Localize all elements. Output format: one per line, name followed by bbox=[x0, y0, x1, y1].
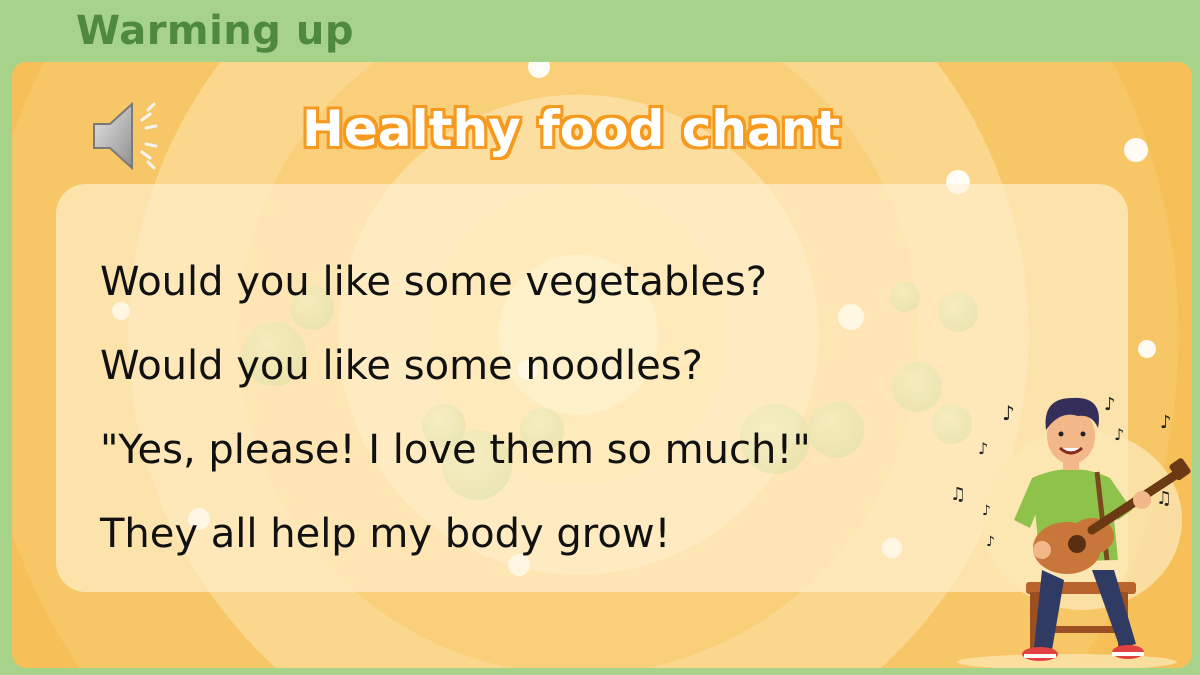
speaker-icon[interactable] bbox=[90, 96, 174, 176]
lyric-line: Would you like some vegetables? bbox=[100, 259, 768, 305]
decorative-bubble bbox=[1124, 138, 1148, 162]
svg-text:♪: ♪ bbox=[986, 534, 995, 550]
lyric-line: "Yes, please! I love them so much!" bbox=[100, 427, 811, 473]
svg-text:♪: ♪ bbox=[1002, 401, 1015, 425]
chant-title: Healthy food chant bbox=[302, 100, 841, 158]
svg-text:♪: ♪ bbox=[1114, 425, 1124, 444]
lyric-line: Would you like some noodles? bbox=[100, 343, 703, 389]
section-title: Warming up bbox=[76, 8, 354, 54]
svg-text:♫: ♫ bbox=[950, 484, 966, 505]
lyrics-list: Would you like some vegetables? Would yo… bbox=[100, 252, 811, 588]
guitar-player-illustration: ♪ ♪ ♫ ♪ ♪ ♪ ♪ ♫ ♪ ♪ bbox=[950, 394, 1191, 668]
slide: Warming up Healthy food chant Would you … bbox=[0, 0, 1200, 675]
decorative-bubble bbox=[1138, 340, 1156, 358]
decorative-bubble bbox=[528, 62, 550, 78]
svg-text:♪: ♪ bbox=[982, 503, 991, 519]
svg-text:♪: ♪ bbox=[1160, 412, 1172, 433]
slide-stage: Healthy food chant Would you like some v… bbox=[12, 62, 1192, 668]
lyric-line: They all help my body grow! bbox=[100, 511, 671, 557]
svg-text:♪: ♪ bbox=[1104, 394, 1116, 415]
svg-text:♪: ♪ bbox=[978, 439, 988, 458]
